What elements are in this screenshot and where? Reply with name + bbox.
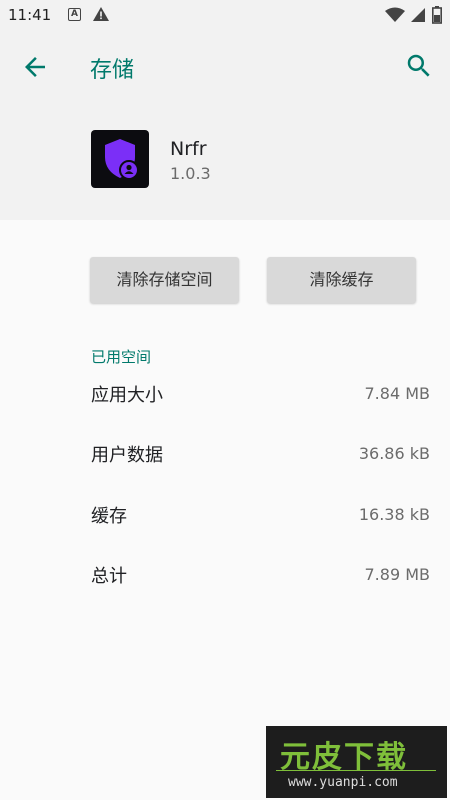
- status-bar: 11:41 A: [0, 0, 450, 30]
- section-label-used-space: 已用空间: [91, 348, 152, 366]
- watermark-divider: [276, 770, 436, 771]
- row-label-user-data: 用户数据: [91, 445, 163, 466]
- purple-shield-user-icon: [105, 139, 139, 180]
- arrow-back-icon[interactable]: [20, 52, 50, 82]
- a-notification-icon: A: [68, 8, 81, 21]
- watermark-url: www.yuanpi.com: [288, 775, 398, 790]
- app-name: Nrfr: [170, 138, 207, 160]
- row-value-total: 7.89 MB: [364, 565, 431, 584]
- page-title: 存储: [90, 58, 135, 83]
- app-header: 存储 Nrfr 1.0.3: [0, 30, 450, 220]
- status-time: 11:41: [8, 6, 52, 24]
- row-value-app-size: 7.84 MB: [364, 384, 431, 403]
- row-label-total: 总计: [91, 566, 127, 587]
- wifi-icon: [385, 7, 405, 22]
- app-version: 1.0.3: [170, 164, 211, 183]
- row-label-cache: 缓存: [91, 506, 127, 527]
- row-value-user-data: 36.86 kB: [358, 444, 430, 463]
- warning-icon: [93, 7, 109, 21]
- signal-icon: [411, 8, 425, 22]
- app-icon: [91, 130, 149, 188]
- row-value-cache: 16.38 kB: [358, 505, 430, 524]
- clear-storage-button[interactable]: 清除存储空间: [90, 257, 239, 303]
- row-label-app-size: 应用大小: [91, 385, 163, 406]
- watermark-logo: 元皮下载 www.yuanpi.com: [266, 726, 447, 798]
- clear-cache-button[interactable]: 清除缓存: [267, 257, 416, 303]
- search-icon[interactable]: [404, 51, 434, 81]
- battery-icon: [432, 6, 442, 24]
